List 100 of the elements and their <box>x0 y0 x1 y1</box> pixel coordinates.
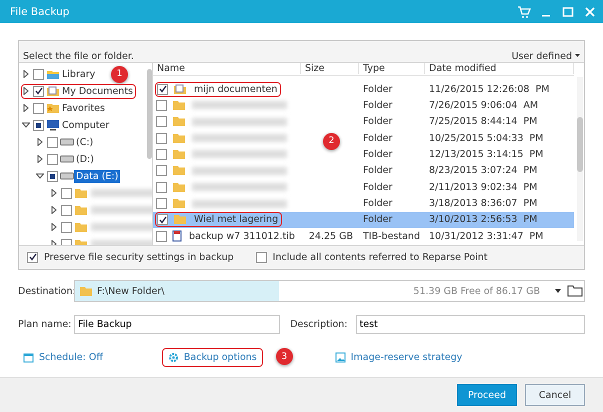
checkbox[interactable] <box>157 214 168 226</box>
link[interactable]: Image-reserve strategy <box>330 348 468 366</box>
expand-arrow-icon[interactable] <box>22 87 30 96</box>
tree-item[interactable]: My Documents <box>60 84 136 98</box>
destination-path: F:\New Folder\ <box>97 286 164 296</box>
folder-icon <box>172 148 186 160</box>
field-label: Description: <box>290 319 348 330</box>
checkbox[interactable] <box>33 102 44 114</box>
step-number-badge: 3 <box>276 348 293 365</box>
step-number-badge: 1 <box>111 66 128 83</box>
file-date: 12/13/2015 3:14:15 PM <box>428 148 544 160</box>
tree-item[interactable]: (C:) <box>74 136 96 149</box>
file-type: Folder <box>362 165 394 176</box>
checkbox[interactable] <box>156 230 167 242</box>
expand-arrow-icon[interactable] <box>50 189 58 198</box>
file-date: 7/26/2015 9:06:04 AM <box>428 100 540 111</box>
file-date: 3/10/2013 2:56:53 PM <box>428 214 538 226</box>
file-icon <box>172 230 182 242</box>
library-icon <box>46 68 60 80</box>
checkbox[interactable] <box>47 170 58 182</box>
column-header[interactable]: Date modified <box>425 63 574 74</box>
link[interactable]: Backup options <box>162 348 262 366</box>
file-name[interactable]: backup w7 311012.tib <box>185 230 295 242</box>
description-field[interactable]: test <box>356 315 585 334</box>
expand-arrow-icon[interactable] <box>22 104 30 112</box>
tree-item[interactable]: Favorites <box>60 102 107 115</box>
file-date: 8/23/2015 3:07:24 PM <box>428 165 538 176</box>
checkbox[interactable] <box>33 120 44 131</box>
collapse-arrow-icon[interactable] <box>36 172 44 180</box>
column-header[interactable]: Name <box>153 63 301 74</box>
folder-icon[interactable] <box>566 284 584 298</box>
window-title: File Backup <box>10 6 70 18</box>
plan-name-field[interactable]: File Backup <box>74 315 280 334</box>
file-type: Folder <box>362 198 394 210</box>
scrollbar[interactable] <box>577 76 583 241</box>
checkbox[interactable] <box>156 100 167 111</box>
cancel-button[interactable]: Cancel <box>525 384 585 406</box>
folder-icon <box>74 204 88 216</box>
file-type: Folder <box>362 214 394 226</box>
checkbox[interactable] <box>156 132 167 144</box>
maximize-icon[interactable] <box>561 4 575 18</box>
step-number-badge: 2 <box>323 132 340 150</box>
checkbox[interactable] <box>156 116 167 128</box>
close-icon[interactable] <box>583 4 597 18</box>
column-header[interactable]: Size <box>301 63 359 74</box>
drive-icon <box>60 155 74 164</box>
folder-icon <box>46 86 60 97</box>
checkbox[interactable] <box>256 252 267 263</box>
checkbox[interactable] <box>61 188 72 199</box>
field-label: Plan name: <box>18 319 72 330</box>
checkbox[interactable] <box>156 148 167 160</box>
file-type: Folder <box>362 182 394 193</box>
tree-item[interactable]: Data (E:) <box>74 170 120 183</box>
checkbox[interactable] <box>61 204 72 216</box>
folder-icon <box>172 182 186 193</box>
expand-arrow-icon[interactable] <box>36 155 44 164</box>
file-name[interactable]: mijn documenten <box>190 84 278 95</box>
file-type: TIB-bestand <box>362 230 421 242</box>
destination-field[interactable]: F:\New Folder\ 51.39 GB Free of 86.17 GB <box>74 280 585 302</box>
expand-arrow-icon[interactable] <box>50 206 58 214</box>
checkbox[interactable] <box>33 68 44 80</box>
checkbox[interactable] <box>33 86 44 97</box>
calendar-icon <box>23 352 34 362</box>
file-date: 10/25/2015 5:04:33 PM <box>428 132 544 144</box>
checkbox[interactable] <box>156 198 167 210</box>
expand-arrow-icon[interactable] <box>36 138 44 146</box>
cart-icon[interactable] <box>517 4 531 18</box>
checkbox[interactable] <box>47 154 58 165</box>
checkbox[interactable] <box>157 84 168 95</box>
file-date: 2/11/2013 9:02:34 PM <box>428 182 538 193</box>
file-type: Folder <box>362 100 394 111</box>
link[interactable]: Schedule: Off <box>18 348 108 366</box>
tree-item[interactable]: Computer <box>60 118 112 132</box>
folder-icon <box>172 198 186 210</box>
expand-arrow-icon[interactable] <box>50 223 58 232</box>
checkbox[interactable] <box>156 165 167 176</box>
file-date: 7/25/2015 8:44:14 PM <box>428 116 538 128</box>
panel-prompt: Select the file or folder. <box>23 50 134 62</box>
folder-star-icon <box>46 102 60 114</box>
scrollbar[interactable] <box>147 68 152 159</box>
column-header[interactable]: Type <box>359 63 425 74</box>
drive-icon <box>60 172 74 180</box>
folder-icon <box>172 165 186 176</box>
mode-dropdown[interactable]: User defined <box>512 50 580 62</box>
option-label: Preserve file security settings in backup <box>44 252 234 263</box>
file-name[interactable]: Wiel met lagering <box>190 214 278 226</box>
collapse-arrow-icon[interactable] <box>22 121 30 130</box>
checkbox[interactable] <box>27 252 38 263</box>
checkbox[interactable] <box>47 136 58 148</box>
folder-icon <box>74 222 88 233</box>
file-type: Folder <box>362 116 394 128</box>
drive-icon <box>60 138 74 146</box>
checkbox[interactable] <box>61 222 72 233</box>
selected-row[interactable]: Wiel met lagering Folder 3/10/2013 2:56:53 PM <box>153 212 574 228</box>
tree-item[interactable]: Library <box>60 68 98 81</box>
checkbox[interactable] <box>156 182 167 193</box>
tree-item[interactable]: (D:) <box>74 152 96 166</box>
expand-arrow-icon[interactable] <box>22 70 30 78</box>
file-date: 3/18/2013 8:36:07 PM <box>428 198 538 210</box>
file-size: 24.25 GB <box>308 230 354 242</box>
